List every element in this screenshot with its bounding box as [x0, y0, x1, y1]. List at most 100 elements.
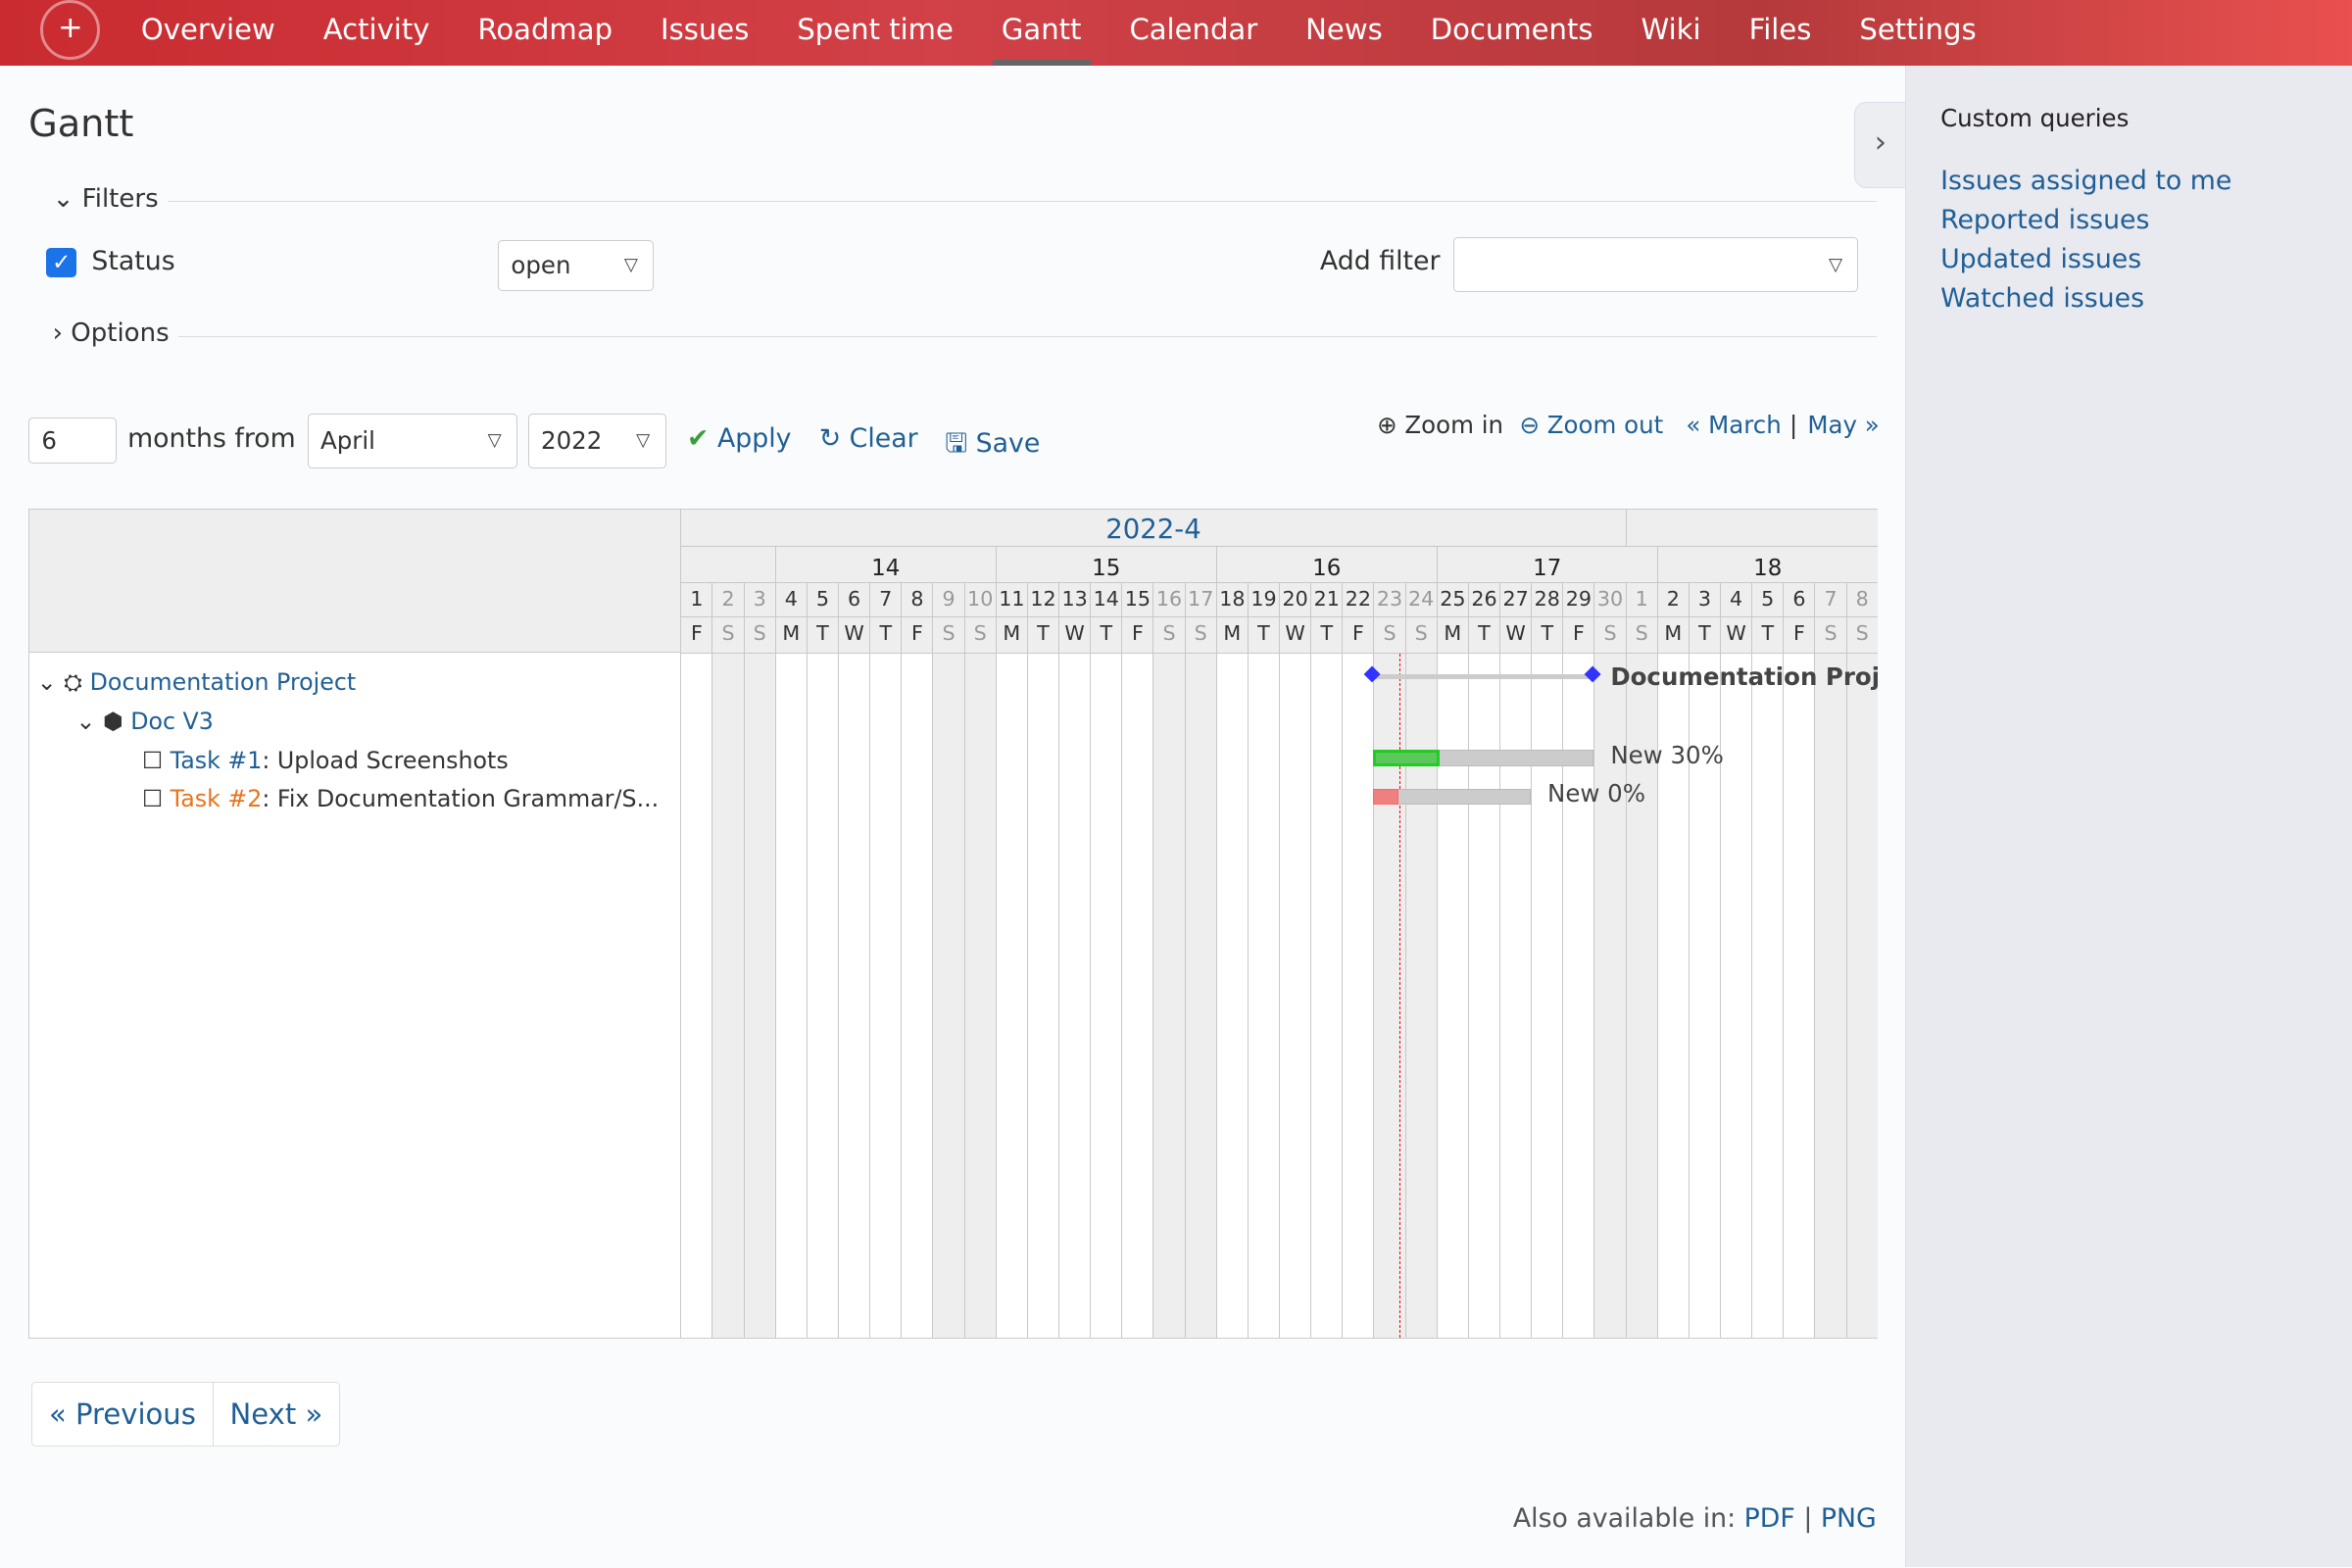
tab-documents[interactable]: Documents	[1406, 0, 1617, 66]
status-filter-label: Status	[91, 246, 175, 277]
issue-number: #2	[227, 785, 263, 813]
issue-tracker: Task	[170, 785, 220, 813]
day-column	[1026, 653, 1058, 1338]
day-header: 17	[1184, 582, 1216, 618]
day-column	[1751, 653, 1783, 1338]
day-header: 21	[1310, 582, 1343, 618]
next-month-link[interactable]: May »	[1807, 411, 1879, 439]
previous-month-link[interactable]: « March	[1686, 411, 1781, 439]
day-column	[1152, 653, 1185, 1338]
weekday-header: T	[1688, 617, 1721, 654]
project-bar	[1373, 674, 1594, 679]
tab-activity[interactable]: Activity	[299, 0, 454, 66]
day-column	[1279, 653, 1310, 1338]
reload-icon: ↻	[818, 422, 842, 454]
filters-toggle[interactable]: ⌄ Filters	[28, 183, 168, 214]
issue-status-label: New 0%	[1547, 779, 1645, 808]
subjects-header	[29, 509, 682, 654]
chevron-down-icon: ▽	[636, 430, 651, 452]
weekday-header: F	[1121, 617, 1153, 654]
version-link[interactable]: Doc V3	[130, 708, 214, 735]
zoom-out-icon: ⊖	[1519, 411, 1540, 440]
issue-subject: : Fix Documentation Grammar/S...	[262, 785, 660, 813]
day-header: 25	[1436, 582, 1468, 618]
zoom-out-button[interactable]: ⊖ Zoom out	[1519, 411, 1663, 439]
issue-link[interactable]: Task #2	[171, 785, 263, 812]
query-link[interactable]: Issues assigned to me	[1940, 166, 2231, 196]
weekday-header: T	[1751, 617, 1784, 654]
day-column	[774, 653, 807, 1338]
day-header: 3	[743, 582, 775, 618]
tab-gantt[interactable]: Gantt	[977, 0, 1105, 67]
day-header: 4	[1720, 582, 1752, 618]
collapse-icon[interactable]: ⌄	[76, 708, 96, 735]
tab-news[interactable]: News	[1282, 0, 1407, 66]
tab-issues[interactable]: Issues	[637, 0, 773, 66]
tab-files[interactable]: Files	[1725, 0, 1836, 66]
month-select[interactable]: April ▽	[307, 414, 518, 468]
apply-button[interactable]: ✔ Apply	[687, 423, 792, 454]
collapse-icon[interactable]: ⌄	[37, 668, 57, 696]
weekday-header: T	[869, 617, 902, 654]
day-header: 24	[1404, 582, 1437, 618]
project-menu: + Overview Activity Roadmap Issues Spent tim…	[0, 0, 2352, 67]
day-header: 28	[1531, 582, 1563, 618]
issue-late-bar	[1373, 788, 1399, 806]
export-pdf-link[interactable]: PDF	[1744, 1503, 1795, 1534]
day-header: 20	[1279, 582, 1311, 618]
custom-queries-list: Issues assigned to me Reported issues Upda…	[1940, 162, 2231, 318]
status-filter-checkbox[interactable]: ✓	[46, 247, 77, 278]
project-link[interactable]: Documentation Project	[90, 668, 357, 696]
day-header: 1	[1625, 582, 1657, 618]
previous-page-button[interactable]: « Previous	[32, 1383, 213, 1446]
tab-roadmap[interactable]: Roadmap	[454, 0, 637, 66]
month-header	[1625, 509, 1878, 548]
months-from-label: months from	[127, 422, 296, 454]
day-column	[1814, 653, 1846, 1338]
status-operator-select[interactable]: open ▽	[498, 239, 655, 291]
day-header: 3	[1688, 582, 1721, 618]
chevron-down-icon: ▽	[1828, 254, 1843, 275]
day-header: 8	[1845, 582, 1878, 618]
tab-calendar[interactable]: Calendar	[1105, 0, 1282, 66]
gantt-timeline: 2022-4 14 15 16 17 18 1 F 2 S 3 S 4 M 5 T 6 W 7 T 8 F 9 S 10 S 11 M…	[680, 509, 1878, 1338]
day-header: 12	[1026, 582, 1059, 618]
issue-link[interactable]: Task #1	[171, 747, 263, 774]
export-png-link[interactable]: PNG	[1821, 1503, 1877, 1534]
filters-fieldset: ⌄ Filters	[28, 183, 1877, 214]
next-page-button[interactable]: Next »	[212, 1382, 339, 1446]
weekday-header: T	[1310, 617, 1343, 654]
months-input[interactable]: 6	[28, 416, 118, 464]
sidebar-title: Custom queries	[1940, 103, 2130, 132]
year-select[interactable]: 2022 ▽	[527, 414, 666, 468]
weekday-header: W	[1058, 617, 1091, 654]
options-toggle[interactable]: › Options	[28, 318, 178, 349]
day-header: 26	[1467, 582, 1500, 618]
tab-settings[interactable]: Settings	[1836, 0, 2000, 66]
weekday-header: M	[1656, 617, 1689, 654]
day-column	[1215, 653, 1248, 1338]
plus-icon: +	[58, 11, 83, 45]
day-header: 7	[1814, 582, 1846, 618]
zoom-in-button[interactable]: ⊕ Zoom in	[1377, 411, 1503, 439]
query-link[interactable]: Reported issues	[1940, 205, 2149, 235]
day-column	[1121, 653, 1152, 1338]
day-column	[963, 653, 996, 1338]
tab-spent-time[interactable]: Spent time	[773, 0, 978, 66]
query-link[interactable]: Watched issues	[1940, 283, 2144, 314]
new-object-button[interactable]: +	[40, 0, 101, 61]
tab-wiki[interactable]: Wiki	[1617, 0, 1725, 66]
query-link[interactable]: Updated issues	[1940, 244, 2141, 274]
day-column	[1783, 653, 1814, 1338]
day-header: 1	[680, 582, 712, 618]
weekday-header: M	[995, 617, 1027, 654]
tab-overview[interactable]: Overview	[117, 0, 299, 66]
save-button[interactable]: 🖫 Save	[945, 423, 1040, 468]
day-header: 5	[1751, 582, 1784, 618]
sidebar-query-item: Updated issues	[1940, 240, 2231, 279]
add-filter-select[interactable]: ▽	[1453, 236, 1859, 293]
weekday-header: M	[1215, 617, 1248, 654]
weekday-header: S	[1404, 617, 1437, 654]
clear-button[interactable]: ↻ Clear	[819, 423, 918, 454]
sidebar-toggle-button[interactable]: ›	[1853, 102, 1906, 188]
